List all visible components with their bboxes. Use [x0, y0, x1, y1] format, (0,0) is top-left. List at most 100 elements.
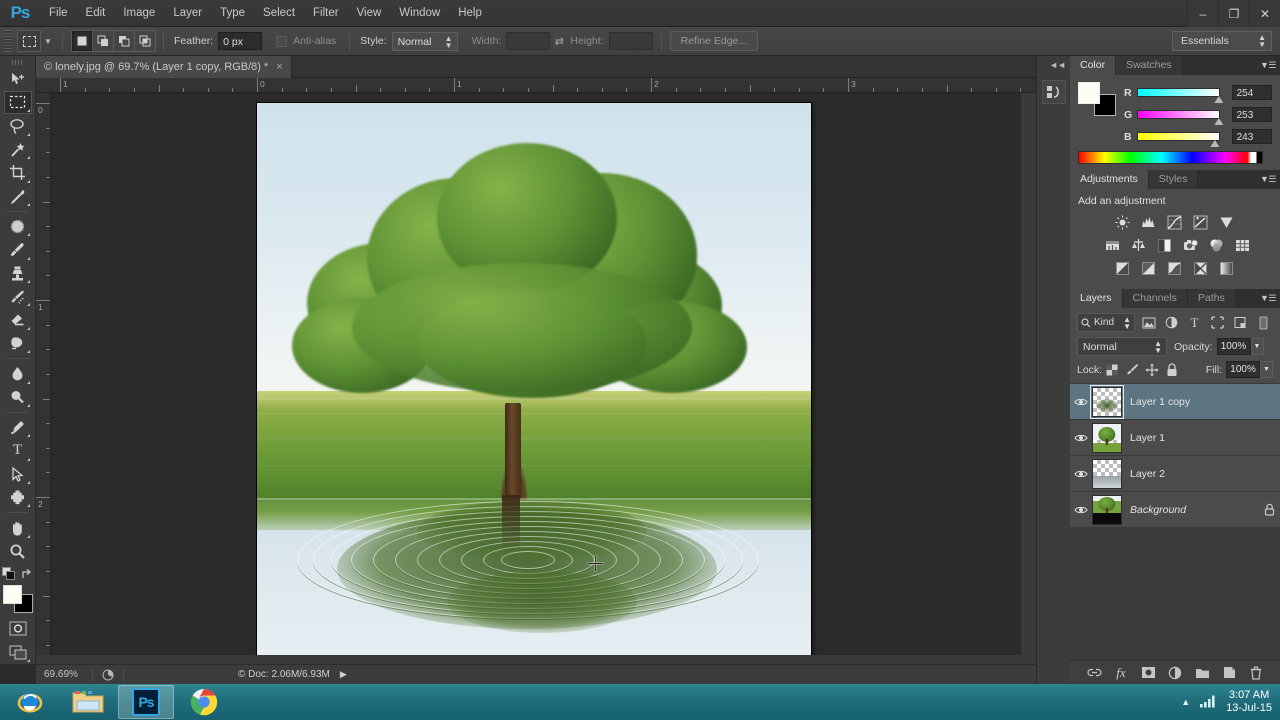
spot-healing-brush-tool[interactable] [4, 215, 32, 238]
crop-tool[interactable] [4, 161, 32, 184]
brightness-contrast-icon[interactable] [1112, 213, 1133, 232]
gradient-map-icon[interactable] [1216, 259, 1237, 278]
height-input[interactable] [608, 32, 653, 50]
blend-mode-select[interactable]: Normal ▲ ▼ [1077, 337, 1167, 356]
custom-shape-tool[interactable] [4, 486, 32, 509]
opacity-chevron-down-icon[interactable]: ▼ [1250, 338, 1264, 355]
table-row[interactable]: Layer 1 [1070, 420, 1280, 456]
refine-edge-button[interactable]: Refine Edge... [669, 31, 759, 51]
exposure-icon[interactable] [1190, 213, 1211, 232]
red-slider[interactable] [1137, 88, 1224, 103]
default-colors-icon[interactable] [2, 567, 16, 581]
photo-filter-icon[interactable] [1180, 236, 1201, 255]
color-swatches[interactable] [2, 585, 33, 614]
menu-image[interactable]: Image [114, 0, 164, 27]
clone-stamp-tool[interactable] [4, 262, 32, 285]
foreground-color-chip[interactable] [1078, 82, 1100, 104]
collapse-panels-icon[interactable]: ◄◄ [1049, 60, 1066, 70]
show-hidden-icons-icon[interactable]: ▲ [1181, 697, 1190, 707]
restore-button[interactable]: ❐ [1218, 0, 1249, 27]
curves-icon[interactable] [1164, 213, 1185, 232]
blur-tool[interactable] [4, 362, 32, 385]
network-signal-icon[interactable] [1199, 694, 1217, 711]
filter-adjustment-icon[interactable] [1162, 313, 1181, 332]
green-slider[interactable] [1137, 110, 1224, 125]
pen-tool[interactable] [4, 416, 32, 439]
taskbar-item-file-explorer[interactable] [60, 685, 116, 719]
taskbar-item-photoshop[interactable]: Ps [118, 685, 174, 719]
tab-layers[interactable]: Layers [1070, 289, 1123, 308]
filter-smart-object-icon[interactable] [1231, 313, 1250, 332]
menu-edit[interactable]: Edit [77, 0, 115, 27]
layer-style-fx-icon[interactable]: fx [1113, 665, 1129, 681]
zoom-level[interactable]: 69.69% [36, 669, 88, 680]
subtract-from-selection-button[interactable] [113, 30, 135, 52]
fill-value[interactable]: 100% [1226, 361, 1261, 378]
menu-layer[interactable]: Layer [164, 0, 211, 27]
menu-window[interactable]: Window [390, 0, 449, 27]
filter-pixel-icon[interactable] [1139, 313, 1158, 332]
taskbar-clock[interactable]: 3:07 AM 13-Jul-15 [1226, 689, 1272, 715]
new-selection-button[interactable] [71, 30, 93, 52]
layer-name[interactable]: Layer 2 [1130, 468, 1258, 480]
lock-transparent-pixels-icon[interactable] [1102, 361, 1122, 378]
tools-panel-grip[interactable] [11, 60, 24, 65]
new-adjustment-layer-icon[interactable] [1167, 665, 1183, 681]
table-row[interactable]: Layer 2 [1070, 456, 1280, 492]
brush-tool[interactable] [4, 238, 32, 261]
layer-name[interactable]: Background [1130, 504, 1258, 516]
threshold-icon[interactable] [1164, 259, 1185, 278]
adjustments-panel-menu-icon[interactable]: ▼☰ [1260, 174, 1276, 185]
eraser-tool[interactable] [4, 308, 32, 331]
blue-slider[interactable] [1137, 132, 1220, 147]
green-slider-thumb[interactable] [1214, 118, 1224, 125]
tab-color[interactable]: Color [1070, 56, 1117, 75]
layers-panel-menu-icon[interactable]: ▼☰ [1260, 293, 1276, 304]
fill-chevron-down-icon[interactable]: ▼ [1260, 361, 1273, 378]
tool-preset-chevron-down-icon[interactable]: ▼ [42, 37, 54, 46]
tool-preset-picker[interactable] [17, 30, 41, 52]
layer-visibility-toggle[interactable] [1070, 397, 1092, 407]
filter-shape-icon[interactable] [1208, 313, 1227, 332]
gradient-tool[interactable] [4, 332, 32, 355]
levels-icon[interactable] [1138, 213, 1159, 232]
magic-wand-tool[interactable] [4, 138, 32, 161]
color-panel-swatches[interactable] [1078, 82, 1116, 116]
eyedropper-tool[interactable] [4, 185, 32, 208]
color-panel-menu-icon[interactable]: ▼☰ [1260, 60, 1276, 71]
channel-mixer-icon[interactable] [1206, 236, 1227, 255]
swap-colors-icon[interactable] [20, 568, 33, 581]
selective-color-icon[interactable] [1190, 259, 1211, 278]
menu-filter[interactable]: Filter [304, 0, 348, 27]
workspace-switcher[interactable]: Essentials ▲ ▼ [1172, 31, 1272, 51]
opacity-value[interactable]: 100% [1216, 338, 1251, 355]
blue-value[interactable]: 243 [1231, 129, 1272, 144]
status-expand-icon[interactable]: ▶ [340, 669, 347, 680]
color-spectrum-ramp[interactable] [1078, 151, 1263, 164]
delete-layer-icon[interactable] [1248, 665, 1264, 681]
link-layers-icon[interactable] [1086, 665, 1102, 681]
menu-select[interactable]: Select [254, 0, 304, 27]
tab-channels[interactable]: Channels [1122, 289, 1188, 308]
tab-adjustments[interactable]: Adjustments [1070, 170, 1149, 189]
add-to-selection-button[interactable] [92, 30, 114, 52]
quick-mask-mode-button[interactable] [4, 617, 32, 640]
width-input[interactable] [506, 32, 551, 50]
lock-all-icon[interactable] [1162, 361, 1182, 378]
layer-visibility-toggle[interactable] [1070, 469, 1092, 479]
lock-image-pixels-icon[interactable] [1122, 361, 1142, 378]
layer-visibility-toggle[interactable] [1070, 505, 1092, 515]
table-row[interactable]: Background [1070, 492, 1280, 528]
tab-swatches[interactable]: Swatches [1116, 56, 1183, 75]
new-layer-icon[interactable] [1221, 665, 1237, 681]
menu-type[interactable]: Type [211, 0, 254, 27]
swap-width-height-icon[interactable]: ⇄ [550, 35, 568, 48]
layer-name[interactable]: Layer 1 copy [1130, 396, 1258, 408]
table-row[interactable]: Layer 1 copy [1070, 384, 1280, 420]
intersect-selection-button[interactable] [134, 30, 156, 52]
color-balance-icon[interactable] [1128, 236, 1149, 255]
layer-visibility-toggle[interactable] [1070, 433, 1092, 443]
mini-bridge-icon[interactable] [1042, 80, 1066, 104]
add-layer-mask-icon[interactable] [1140, 665, 1156, 681]
screen-mode-button[interactable] [4, 641, 32, 664]
